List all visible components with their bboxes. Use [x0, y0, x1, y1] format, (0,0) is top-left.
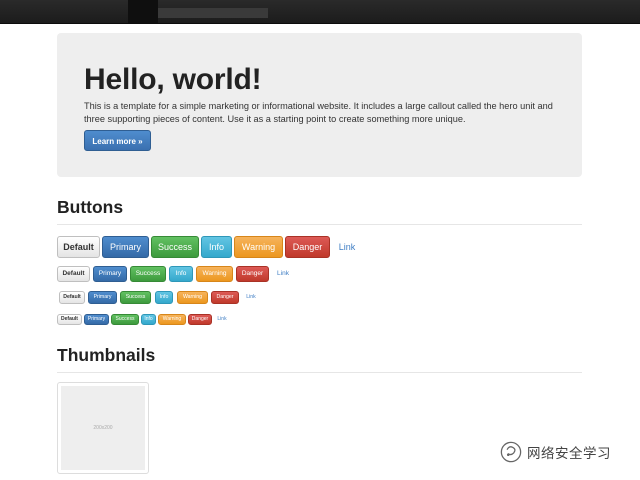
link-button-mini[interactable]: Link: [214, 314, 230, 325]
warning-button[interactable]: Warning: [196, 266, 233, 282]
info-button-mini[interactable]: Info: [141, 314, 156, 325]
learn-more-button[interactable]: Learn more »: [84, 130, 151, 151]
warning-button-small[interactable]: Warning: [177, 291, 208, 304]
watermark-text: 网络安全学习: [527, 446, 611, 461]
danger-button-mini[interactable]: Danger: [188, 314, 212, 325]
watermark: 网络安全学习: [500, 440, 611, 464]
link-button-large[interactable]: Link: [332, 236, 362, 258]
link-button[interactable]: Link: [272, 266, 294, 282]
primary-button-large[interactable]: Primary: [102, 236, 149, 258]
section-divider: [57, 372, 582, 373]
wechat-icon: [500, 441, 522, 463]
danger-button-large[interactable]: Danger: [285, 236, 330, 258]
default-button-mini[interactable]: Default: [57, 314, 82, 325]
success-button-small[interactable]: Success: [120, 291, 151, 304]
thumbnail-placeholder-image: 200x200: [61, 386, 145, 470]
top-navbar: [0, 0, 640, 24]
info-button[interactable]: Info: [169, 266, 193, 282]
navbar-active-item[interactable]: [128, 0, 158, 23]
success-button[interactable]: Success: [130, 266, 166, 282]
hero-title: Hello, world!: [84, 63, 262, 96]
thumbnail[interactable]: 200x200: [57, 382, 149, 474]
thumbnails-heading: Thumbnails: [57, 345, 156, 365]
primary-button[interactable]: Primary: [93, 266, 127, 282]
buttons-heading: Buttons: [57, 197, 124, 217]
warning-button-large[interactable]: Warning: [234, 236, 283, 258]
default-button-large[interactable]: Default: [57, 236, 100, 258]
warning-button-mini[interactable]: Warning: [158, 314, 186, 325]
danger-button-small[interactable]: Danger: [211, 291, 239, 304]
navbar-item[interactable]: [158, 8, 268, 18]
default-button[interactable]: Default: [57, 266, 90, 282]
hero-description: This is a template for a simple marketin…: [84, 101, 553, 124]
info-button-small[interactable]: Info: [155, 291, 173, 304]
success-button-mini[interactable]: Success: [111, 314, 139, 325]
primary-button-small[interactable]: Primary: [88, 291, 117, 304]
thumbnail-size-label: 200x200: [93, 425, 113, 431]
hero-unit: Hello, world! This is a template for a s…: [57, 33, 582, 177]
danger-button[interactable]: Danger: [236, 266, 269, 282]
link-button-small[interactable]: Link: [242, 291, 260, 304]
success-button-large[interactable]: Success: [151, 236, 199, 258]
info-button-large[interactable]: Info: [201, 236, 232, 258]
default-button-small[interactable]: Default: [59, 291, 85, 304]
section-divider: [57, 224, 582, 225]
primary-button-mini[interactable]: Primary: [84, 314, 109, 325]
